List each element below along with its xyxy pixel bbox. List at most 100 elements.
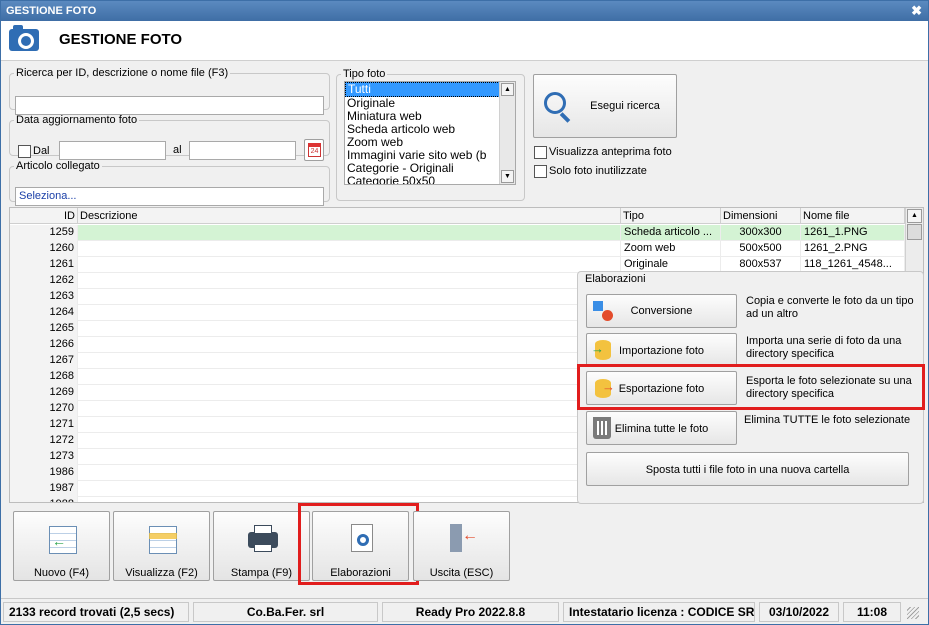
tipo-scrollbar[interactable]: ▲ ▼ (499, 82, 515, 184)
elaborazioni-title: Elaborazioni (585, 273, 646, 285)
new-button-label: Nuovo (F4) (33, 567, 90, 579)
date-to-label: al (173, 144, 182, 156)
magnifier-icon (544, 92, 566, 114)
cell-desc (78, 337, 621, 353)
cell-file: 1261_2.PNG (801, 241, 905, 257)
tipo-option[interactable]: Miniatura web (345, 110, 500, 123)
cell-desc (78, 241, 621, 257)
delete-all-desc: Elimina TUTTE le foto selezionate (744, 414, 911, 426)
cell-id: 1988 (10, 497, 78, 502)
exit-button[interactable]: ← Uscita (ESC) (413, 511, 510, 581)
cell-desc (78, 321, 621, 337)
table-header: ID Descrizione Tipo Dimensioni Nome file (10, 208, 905, 224)
cell-id: 1259 (10, 225, 78, 241)
conversion-button[interactable]: Conversione (586, 294, 737, 328)
cell-id: 1271 (10, 417, 78, 433)
search-legend: Ricerca per ID, descrizione o nome file … (16, 67, 229, 79)
cell-id: 1987 (10, 481, 78, 497)
tipo-group: Tipo foto Tutti Originale Miniatura web Sch… (336, 68, 525, 201)
table-row[interactable]: 1260 Zoom web 500x500 1261_2.PNG (10, 241, 905, 257)
col-tipo[interactable]: Tipo (621, 208, 721, 224)
view-grid-icon (149, 526, 177, 554)
search-button[interactable]: Esegui ricerca (533, 74, 677, 138)
col-file[interactable]: Nome file (801, 208, 905, 224)
unused-checkbox[interactable] (534, 165, 547, 178)
article-group: Articolo collegato Seleziona... (9, 160, 330, 206)
col-dim[interactable]: Dimensioni (721, 208, 801, 224)
cell-id: 1268 (10, 369, 78, 385)
move-files-button[interactable]: Sposta tutti i file foto in una nuova ca… (586, 452, 909, 486)
status-version: Ready Pro 2022.8.8 (382, 602, 559, 622)
conversion-desc: Copia e converte le foto da un tipo ad u… (746, 295, 914, 320)
col-id[interactable]: ID (10, 208, 78, 224)
tipo-option[interactable]: Zoom web (345, 136, 500, 149)
printer-paper (254, 525, 272, 534)
cell-tipo: Scheda articolo ... (621, 225, 721, 241)
tipo-listbox[interactable]: Tutti Originale Miniatura web Scheda artico… (344, 81, 516, 185)
calendar-icon[interactable]: 24 (304, 139, 324, 161)
date-from-field[interactable] (59, 141, 166, 160)
print-button[interactable]: Stampa (F9) (213, 511, 310, 581)
search-input[interactable] (15, 96, 324, 115)
title-bar: GESTIONE FOTO ✖ (1, 1, 928, 21)
date-group: Data aggiornamento foto Dal al 24 (9, 114, 330, 161)
cell-tipo: Zoom web (621, 241, 721, 257)
col-desc[interactable]: Descrizione (78, 208, 621, 224)
cell-id: 1261 (10, 257, 78, 273)
tipo-option[interactable]: Immagini varie sito web (b (345, 149, 500, 162)
date-to-field[interactable] (189, 141, 296, 160)
date-legend: Data aggiornamento foto (16, 114, 138, 126)
resize-grip-icon[interactable] (907, 607, 919, 619)
table-row[interactable]: 1259 Scheda articolo ... 300x300 1261_1.PNG (10, 225, 905, 241)
printer-output (254, 544, 272, 552)
cell-desc (78, 305, 621, 321)
cell-desc (78, 433, 621, 449)
tipo-option[interactable]: Scheda articolo web (345, 123, 500, 136)
elaborazioni-highlight (298, 503, 419, 585)
cell-desc (78, 481, 621, 497)
camera-icon (9, 25, 39, 51)
cell-id: 1265 (10, 321, 78, 337)
conversion-label: Conversione (630, 305, 693, 317)
cell-desc (78, 273, 621, 289)
cell-id: 1266 (10, 337, 78, 353)
exit-door-icon (450, 524, 462, 552)
import-desc: Importa una serie di foto da una directo… (746, 335, 902, 360)
page-header: GESTIONE FOTO (1, 21, 928, 61)
window-title: GESTIONE FOTO (6, 5, 97, 17)
new-button[interactable]: ← Nuovo (F4) (13, 511, 110, 581)
tipo-option[interactable]: Originale (345, 97, 500, 110)
date-from-checkbox[interactable] (18, 145, 31, 158)
scroll-up-icon[interactable]: ▲ (907, 209, 922, 223)
import-button[interactable]: → Importazione foto (586, 333, 737, 367)
status-records: 2133 record trovati (2,5 secs) (3, 602, 189, 622)
scroll-thumb[interactable] (907, 224, 922, 240)
cell-id: 1272 (10, 433, 78, 449)
cell-desc (78, 401, 621, 417)
close-icon[interactable]: ✖ (911, 3, 922, 19)
tipo-option[interactable]: Tutti (345, 82, 500, 97)
cell-id: 1260 (10, 241, 78, 257)
cell-id: 1263 (10, 289, 78, 305)
tipo-option[interactable]: Categorie - Originali (345, 162, 500, 175)
move-files-label: Sposta tutti i file foto in una nuova ca… (645, 464, 850, 476)
cell-dim: 500x500 (721, 241, 801, 257)
cell-id: 1270 (10, 401, 78, 417)
delete-all-button[interactable]: Elimina tutte le foto (586, 411, 737, 445)
cell-id: 1269 (10, 385, 78, 401)
delete-all-label: Elimina tutte le foto (614, 423, 709, 435)
tipo-option[interactable]: Categorie 50x50 (345, 175, 500, 184)
status-license: Intestatario licenza : CODICE SR (563, 602, 755, 622)
preview-checkbox[interactable] (534, 146, 547, 159)
cell-id: 1262 (10, 273, 78, 289)
article-select[interactable]: Seleziona... (15, 187, 324, 206)
cell-id: 1267 (10, 353, 78, 369)
print-button-label: Stampa (F9) (230, 567, 293, 579)
cell-desc (78, 417, 621, 433)
cell-id: 1264 (10, 305, 78, 321)
scroll-up-icon[interactable]: ▲ (501, 83, 514, 96)
status-company: Co.Ba.Fer. srl (193, 602, 378, 622)
view-button[interactable]: Visualizza (F2) (113, 511, 210, 581)
scroll-down-icon[interactable]: ▼ (501, 170, 514, 183)
preview-label: Visualizza anteprima foto (549, 146, 672, 158)
